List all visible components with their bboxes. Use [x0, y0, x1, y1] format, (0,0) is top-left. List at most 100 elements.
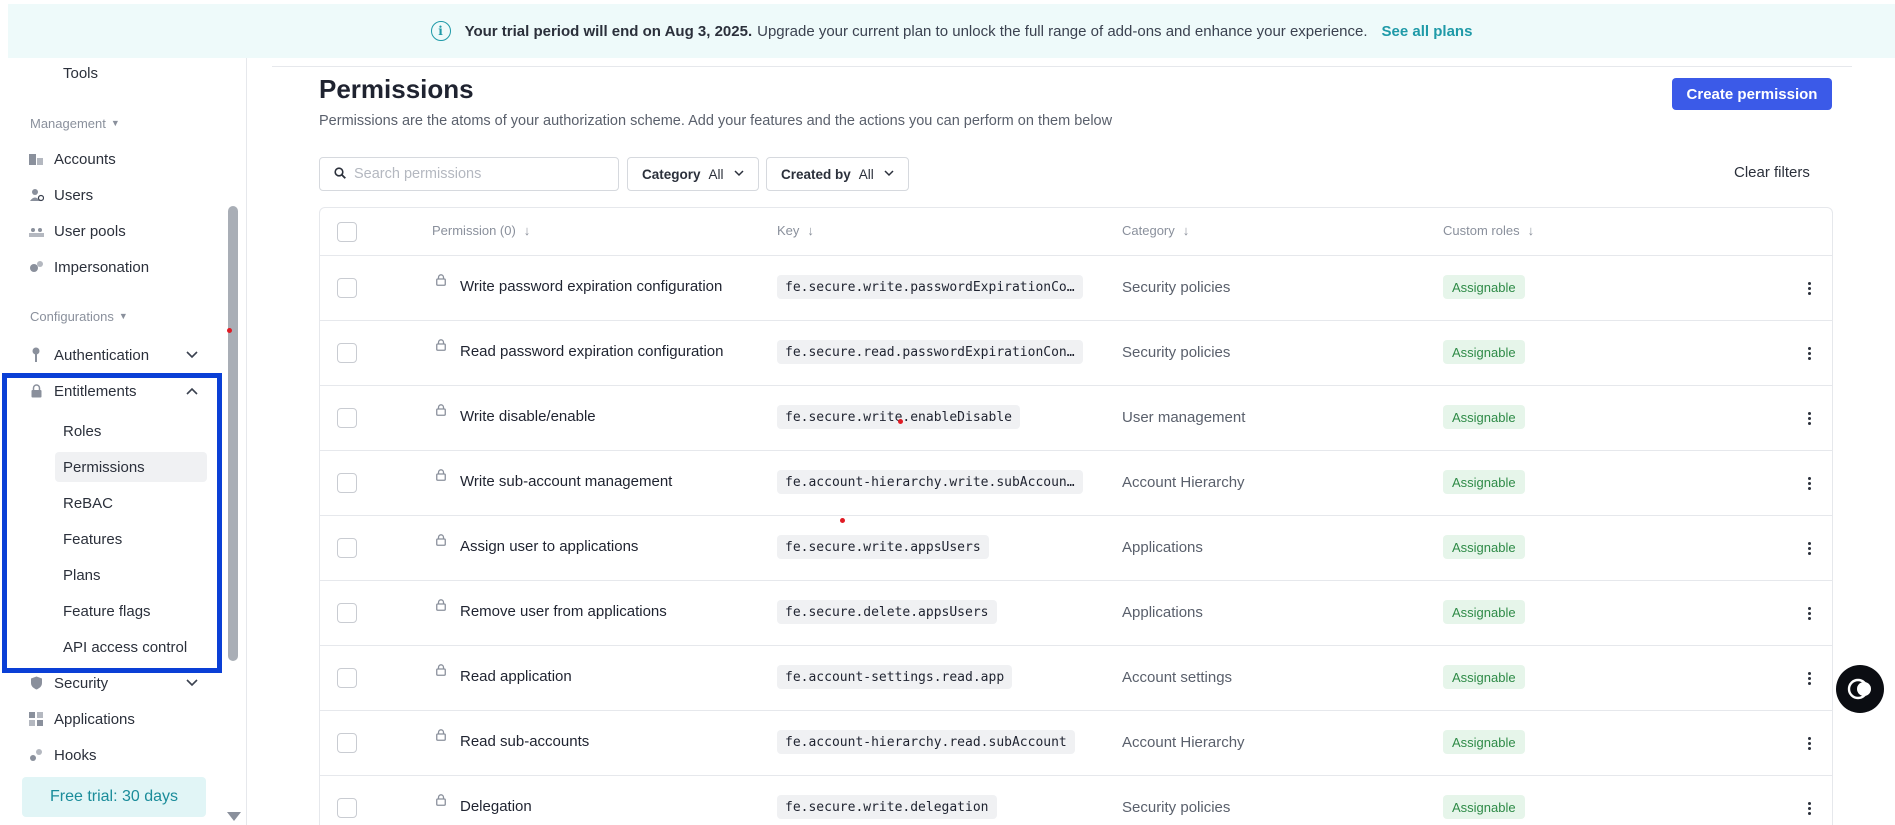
sidebar-scrollbar[interactable] [228, 206, 238, 661]
user-pools-icon [28, 223, 44, 239]
permission-category: Security policies [1122, 799, 1231, 816]
sidebar-item-tools[interactable]: Tools [63, 58, 98, 88]
lock-icon [28, 383, 44, 399]
table-row[interactable]: Write disable/enable fe.secure.write.enab… [320, 386, 1832, 451]
search-input[interactable] [354, 166, 594, 182]
sidebar-item-label: User pools [54, 222, 126, 240]
row-checkbox[interactable] [337, 603, 357, 623]
sidebar-item-security[interactable]: Security [28, 668, 208, 698]
sidebar-item-accounts[interactable]: Accounts [28, 144, 116, 174]
sidebar-item-rebac[interactable]: ReBAC [55, 488, 207, 518]
created-by-filter[interactable]: Created by All [766, 157, 909, 191]
sidebar: Tools Management ▼ Accounts Users User p… [0, 58, 247, 825]
sidebar-item-authentication[interactable]: Authentication [28, 340, 208, 370]
configurations-header-label: Configurations [30, 308, 114, 324]
permission-category: User management [1122, 409, 1246, 426]
lock-icon [436, 599, 446, 611]
lock-icon [436, 404, 446, 416]
row-checkbox[interactable] [337, 473, 357, 493]
red-marker-dot [898, 419, 903, 424]
column-key[interactable]: Key ↓ [777, 223, 814, 238]
more-options-icon[interactable] [1803, 536, 1815, 560]
sidebar-item-entitlements[interactable]: Entitlements [28, 376, 208, 406]
table-row[interactable]: Assign user to applications fe.secure.wri… [320, 516, 1832, 581]
permission-key: fe.secure.read.passwordExpirationCon… [777, 340, 1083, 364]
table-row[interactable]: Write password expiration configuration f… [320, 256, 1832, 321]
permission-name: Write sub-account management [460, 473, 673, 490]
permission-key: fe.account-hierarchy.write.subAccoun… [777, 470, 1083, 494]
clear-filters-button[interactable]: Clear filters [1734, 164, 1810, 181]
permission-key: fe.secure.write.appsUsers [777, 535, 989, 559]
free-trial-button[interactable]: Free trial: 30 days [22, 777, 206, 817]
sidebar-item-impersonation[interactable]: Impersonation [28, 252, 149, 282]
sidebar-item-plans[interactable]: Plans [55, 560, 207, 590]
row-checkbox[interactable] [337, 343, 357, 363]
permission-category: Account Hierarchy [1122, 474, 1245, 491]
more-options-icon[interactable] [1803, 276, 1815, 300]
see-all-plans-link[interactable]: See all plans [1382, 23, 1473, 40]
row-checkbox[interactable] [337, 668, 357, 688]
category-filter[interactable]: Category All [627, 157, 759, 191]
table-row[interactable]: Read application fe.account-settings.read… [320, 646, 1832, 711]
management-header[interactable]: Management ▼ [30, 108, 120, 138]
management-header-label: Management [30, 115, 106, 131]
more-options-icon[interactable] [1803, 601, 1815, 625]
table-row[interactable]: Read password expiration configuration fe… [320, 321, 1832, 386]
assignable-badge: Assignable [1443, 275, 1525, 299]
row-checkbox[interactable] [337, 733, 357, 753]
sort-arrow-icon: ↓ [1182, 223, 1190, 238]
sidebar-item-feature-flags[interactable]: Feature flags [55, 596, 207, 626]
column-permission[interactable]: Permission (0) ↓ [432, 223, 530, 238]
table-row[interactable]: Read sub-accounts fe.account-hierarchy.re… [320, 711, 1832, 776]
sidebar-item-applications[interactable]: Applications [28, 704, 135, 734]
scroll-down-arrow-icon[interactable] [227, 812, 241, 821]
column-label: Key [777, 223, 800, 238]
sidebar-item-hooks[interactable]: Hooks [28, 740, 97, 770]
column-custom-roles[interactable]: Custom roles ↓ [1443, 223, 1534, 238]
permission-category: Account Hierarchy [1122, 734, 1245, 751]
table-row[interactable]: Remove user from applications fe.secure.d… [320, 581, 1832, 646]
row-checkbox[interactable] [337, 408, 357, 428]
chat-widget-button[interactable] [1836, 665, 1884, 713]
row-checkbox[interactable] [337, 538, 357, 558]
sidebar-item-user-pools[interactable]: User pools [28, 216, 126, 246]
create-permission-button[interactable]: Create permission [1672, 78, 1832, 110]
row-checkbox[interactable] [337, 798, 357, 818]
lock-icon [436, 274, 446, 286]
table-row[interactable]: Delegation fe.secure.write.delegation Secu… [320, 776, 1832, 825]
sidebar-item-roles[interactable]: Roles [55, 416, 207, 446]
table-row[interactable]: Write sub-account management fe.account-h… [320, 451, 1832, 516]
configurations-header[interactable]: Configurations ▼ [30, 301, 128, 331]
permission-key: fe.secure.write.delegation [777, 795, 997, 819]
row-checkbox[interactable] [337, 278, 357, 298]
created-by-filter-value: All [858, 166, 874, 182]
sidebar-item-api-access-control[interactable]: API access control [55, 632, 215, 662]
sort-arrow-icon: ↓ [523, 223, 531, 238]
permission-key: fe.secure.write.enableDisable [777, 405, 1020, 429]
assignable-badge: Assignable [1443, 470, 1525, 494]
sidebar-item-features[interactable]: Features [55, 524, 207, 554]
more-options-icon[interactable] [1803, 406, 1815, 430]
permission-key: fe.secure.write.passwordExpirationCo… [777, 275, 1083, 299]
column-category[interactable]: Category ↓ [1122, 223, 1189, 238]
more-options-icon[interactable] [1803, 731, 1815, 755]
more-options-icon[interactable] [1803, 471, 1815, 495]
chevron-down-icon [734, 169, 744, 180]
search-box[interactable] [319, 157, 619, 191]
more-options-icon[interactable] [1803, 796, 1815, 820]
permission-name: Write disable/enable [460, 408, 596, 425]
sidebar-item-label: Applications [54, 710, 135, 728]
select-all-checkbox[interactable] [337, 222, 357, 242]
hooks-icon [28, 747, 44, 763]
info-icon: i [430, 21, 451, 41]
sidebar-item-label: Hooks [54, 746, 97, 764]
sidebar-item-users[interactable]: Users [28, 180, 93, 210]
permission-name: Read password expiration configuration [460, 343, 724, 360]
more-options-icon[interactable] [1803, 341, 1815, 365]
red-marker-dot [227, 328, 232, 333]
sidebar-item-permissions[interactable]: Permissions [55, 452, 207, 482]
column-label: Custom roles [1443, 223, 1520, 238]
permission-name: Remove user from applications [460, 603, 667, 620]
more-options-icon[interactable] [1803, 666, 1815, 690]
divider [272, 66, 1852, 67]
